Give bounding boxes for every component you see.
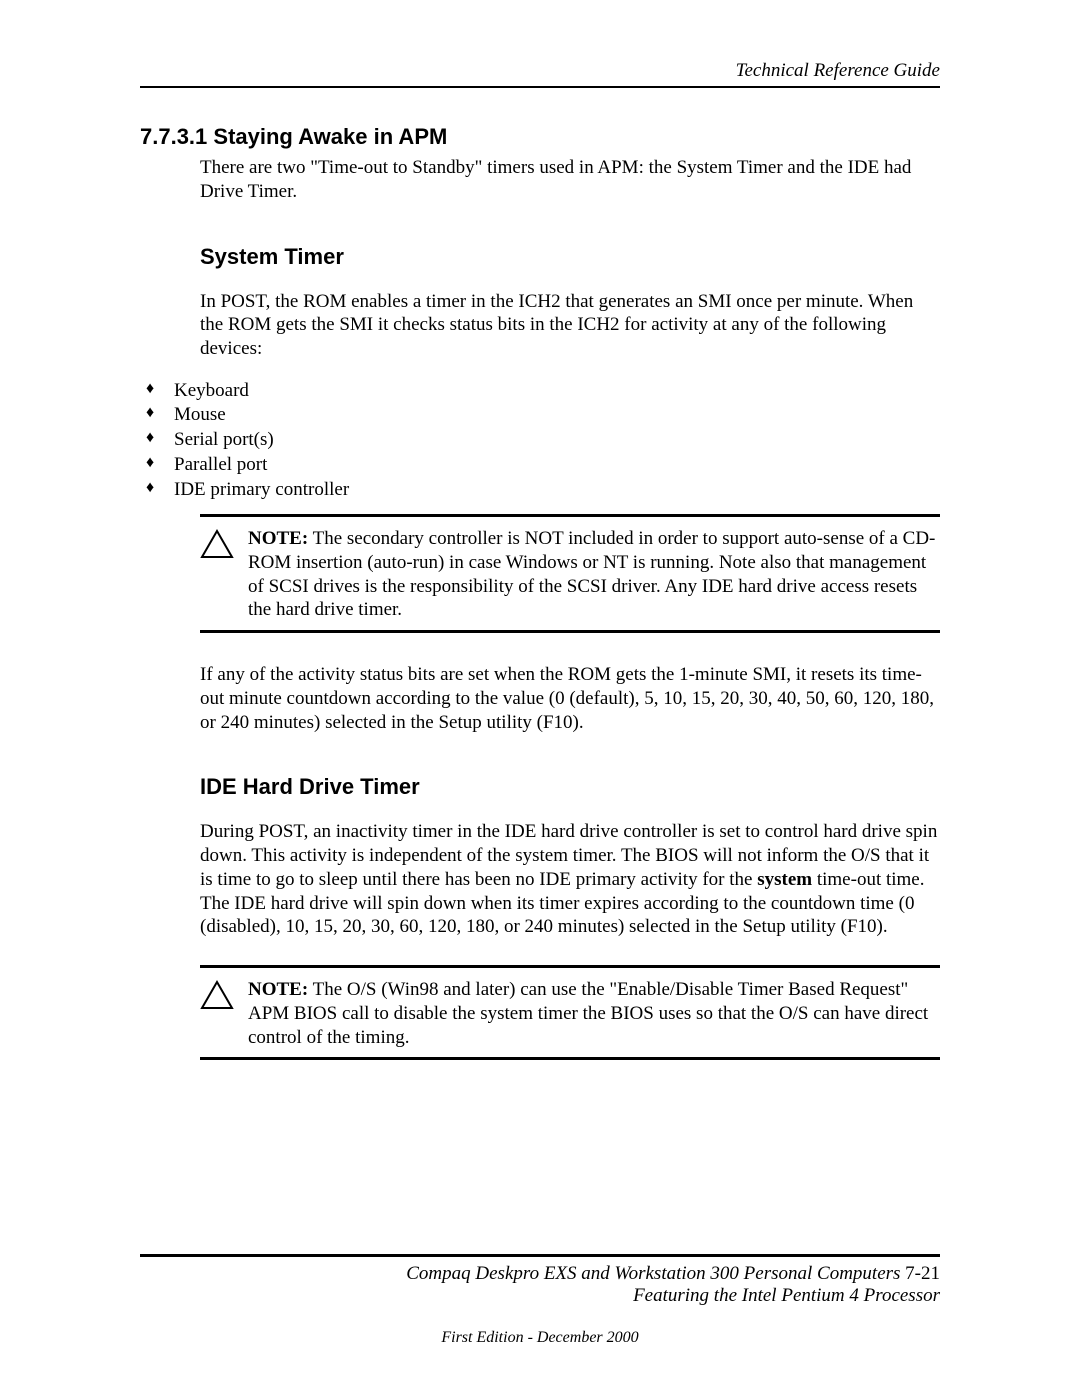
note-body: The secondary controller is NOT included… [248, 528, 935, 620]
list-item: IDE primary controller [140, 478, 940, 503]
list-item: Mouse [140, 403, 940, 428]
ide-para-bold: system [757, 869, 812, 890]
page-footer: Compaq Deskpro EXS and Workstation 300 P… [140, 1254, 940, 1347]
list-item: Parallel port [140, 453, 940, 478]
note-label: NOTE: [248, 528, 308, 549]
ide-timer-para: During POST, an inactivity timer in the … [200, 820, 940, 939]
note-text: NOTE: The secondary controller is NOT in… [248, 527, 940, 622]
section-heading: 7.7.3.1 Staying Awake in APM [140, 124, 940, 150]
note-text: NOTE: The O/S (Win98 and later) can use … [248, 978, 940, 1049]
system-timer-heading: System Timer [200, 244, 940, 270]
footer-line1: Compaq Deskpro EXS and Workstation 300 P… [140, 1263, 940, 1285]
footer-line2: Featuring the Intel Pentium 4 Processor [140, 1285, 940, 1307]
system-timer-para1: In POST, the ROM enables a timer in the … [200, 290, 940, 361]
section-intro: There are two "Time-out to Standby" time… [200, 156, 940, 204]
footer-product: Compaq Deskpro EXS and Workstation 300 P… [406, 1263, 900, 1284]
footer-edition: First Edition - December 2000 [140, 1329, 940, 1347]
note-box: NOTE: The secondary controller is NOT in… [200, 514, 940, 633]
note-label: NOTE: [248, 979, 308, 1000]
section-title: Staying Awake in APM [213, 124, 447, 149]
footer-rule [140, 1254, 940, 1257]
warning-icon [200, 529, 234, 564]
list-item: Keyboard [140, 379, 940, 404]
device-list: Keyboard Mouse Serial port(s) Parallel p… [140, 379, 940, 502]
system-timer-para2: If any of the activity status bits are s… [200, 663, 940, 734]
list-item: Serial port(s) [140, 428, 940, 453]
warning-icon [200, 980, 234, 1015]
ide-timer-heading: IDE Hard Drive Timer [200, 774, 940, 800]
section-number: 7.7.3.1 [140, 124, 207, 149]
page-header: Technical Reference Guide [140, 60, 940, 88]
page: Technical Reference Guide 7.7.3.1 Stayin… [0, 0, 1080, 1397]
note-box: NOTE: The O/S (Win98 and later) can use … [200, 965, 940, 1060]
note-body: The O/S (Win98 and later) can use the "E… [248, 979, 928, 1048]
footer-page-number: 7-21 [900, 1263, 940, 1284]
header-doc-title: Technical Reference Guide [140, 60, 940, 82]
